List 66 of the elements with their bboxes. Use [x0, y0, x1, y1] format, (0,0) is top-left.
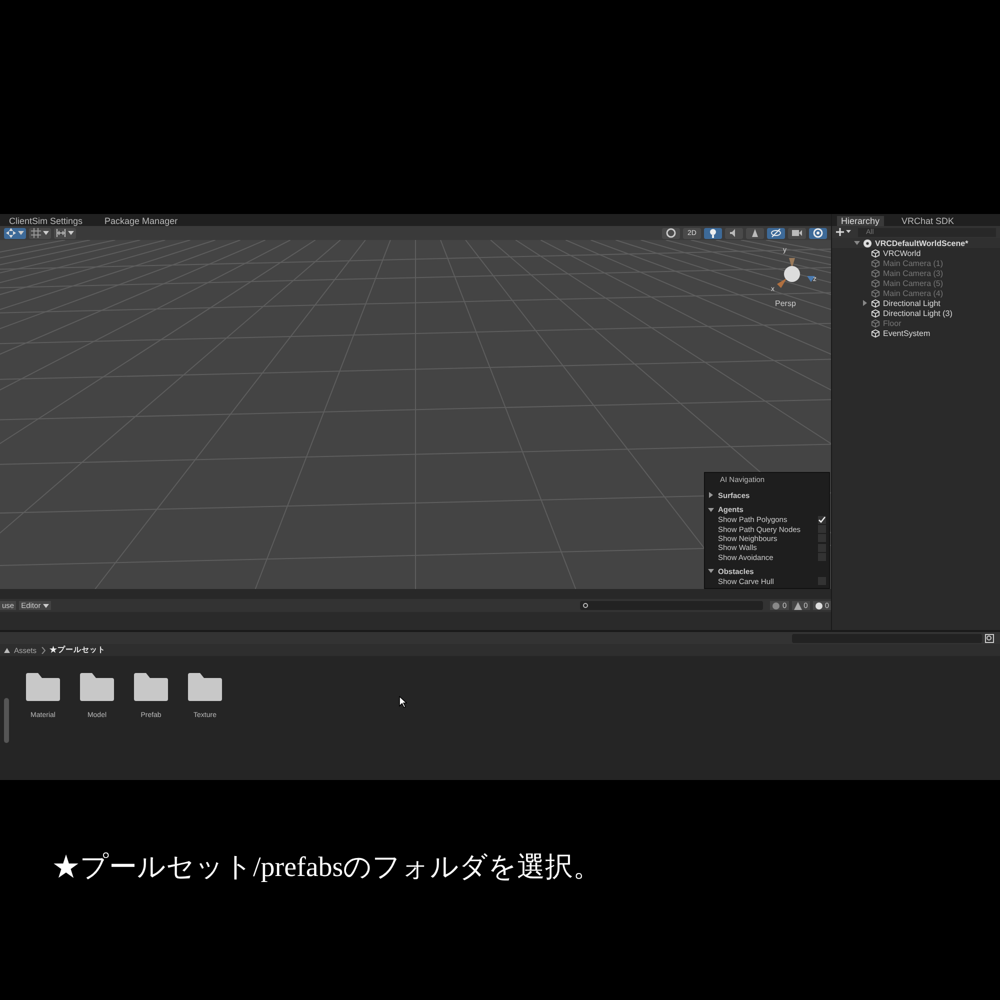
caret-icon [42, 604, 49, 608]
mouse-cursor-icon [399, 696, 407, 708]
effects-icon [750, 228, 760, 238]
shading-sphere-icon [666, 228, 676, 238]
snap-icon [56, 228, 66, 238]
console-search-field[interactable] [580, 601, 764, 610]
project-search-field[interactable] [792, 634, 982, 642]
caret-icon [18, 231, 24, 235]
game-object-item[interactable]: Directional Light (3) [832, 308, 1000, 318]
scene-view-toggle[interactable] [788, 228, 806, 238]
cube-icon [871, 288, 880, 298]
scene-tree-item[interactable]: VRCDefaultWorldScene* [832, 238, 1000, 248]
light-bulb-icon [708, 228, 718, 238]
search-icon [583, 602, 590, 608]
cube-icon [871, 328, 880, 338]
scene-view-toggle[interactable] [662, 228, 680, 238]
gizmo-icon [813, 228, 823, 238]
move-arrows-icon [6, 228, 16, 238]
game-object-item[interactable]: Directional Light [832, 298, 1000, 308]
checkmark-icon [818, 516, 826, 524]
info-icon [772, 602, 780, 610]
foldout-arrow-icon [708, 492, 714, 498]
filter-icon[interactable] [985, 634, 994, 642]
foldout-arrow-icon [854, 240, 860, 246]
foldout-arrow-icon [708, 506, 714, 513]
scene-view-toggle[interactable] [746, 228, 764, 238]
collapse-icon[interactable] [4, 648, 10, 652]
panel-tab[interactable]: Hierarchy [837, 216, 884, 226]
cube-icon [871, 248, 880, 258]
game-object-item[interactable]: VRCWorld [832, 248, 1000, 258]
tool-dropdown-button[interactable] [54, 228, 76, 238]
crossed-eye-icon [771, 228, 781, 238]
projection-toggle[interactable]: Persp [775, 299, 796, 308]
editor-tab[interactable]: ClientSim Settings [5, 216, 87, 226]
folder-icon[interactable] [187, 672, 223, 702]
scene-view-toggle[interactable] [767, 228, 785, 238]
caption-text: ★プールセット/prefabsのフォルダを選択。 [52, 851, 602, 885]
folder-icon[interactable] [25, 672, 61, 702]
foldout-arrow-icon [862, 300, 868, 306]
cube-icon [871, 318, 880, 328]
scrollbar-thumb[interactable] [4, 698, 9, 743]
grid-icon [31, 228, 41, 238]
caret-icon [43, 231, 49, 235]
game-object-item[interactable]: EventSystem [832, 328, 1000, 338]
tool-dropdown-button[interactable] [29, 228, 51, 238]
cube-icon [871, 268, 880, 278]
cube-icon [871, 258, 880, 268]
folder-icon[interactable] [79, 672, 115, 702]
camera-icon [792, 228, 802, 238]
plus-icon [836, 228, 852, 236]
checkbox[interactable] [818, 516, 826, 524]
warning-icon [794, 602, 802, 610]
tool-dropdown-button[interactable] [4, 228, 26, 238]
scene-view-toggle[interactable] [809, 228, 827, 238]
scene-view-toggle[interactable] [725, 228, 743, 238]
caret-icon [68, 231, 74, 235]
folder-icon[interactable] [133, 672, 169, 702]
scene-view-toggle[interactable] [704, 228, 722, 238]
chevron-icon [40, 646, 46, 654]
cube-icon [871, 308, 880, 318]
foldout-arrow-icon [708, 568, 714, 574]
cube-icon [871, 278, 880, 288]
editor-tab[interactable]: Package Manager [100, 216, 182, 226]
panel-tab[interactable]: VRChat SDK [898, 216, 958, 226]
cube-icon [871, 298, 880, 308]
error-icon [814, 602, 823, 610]
